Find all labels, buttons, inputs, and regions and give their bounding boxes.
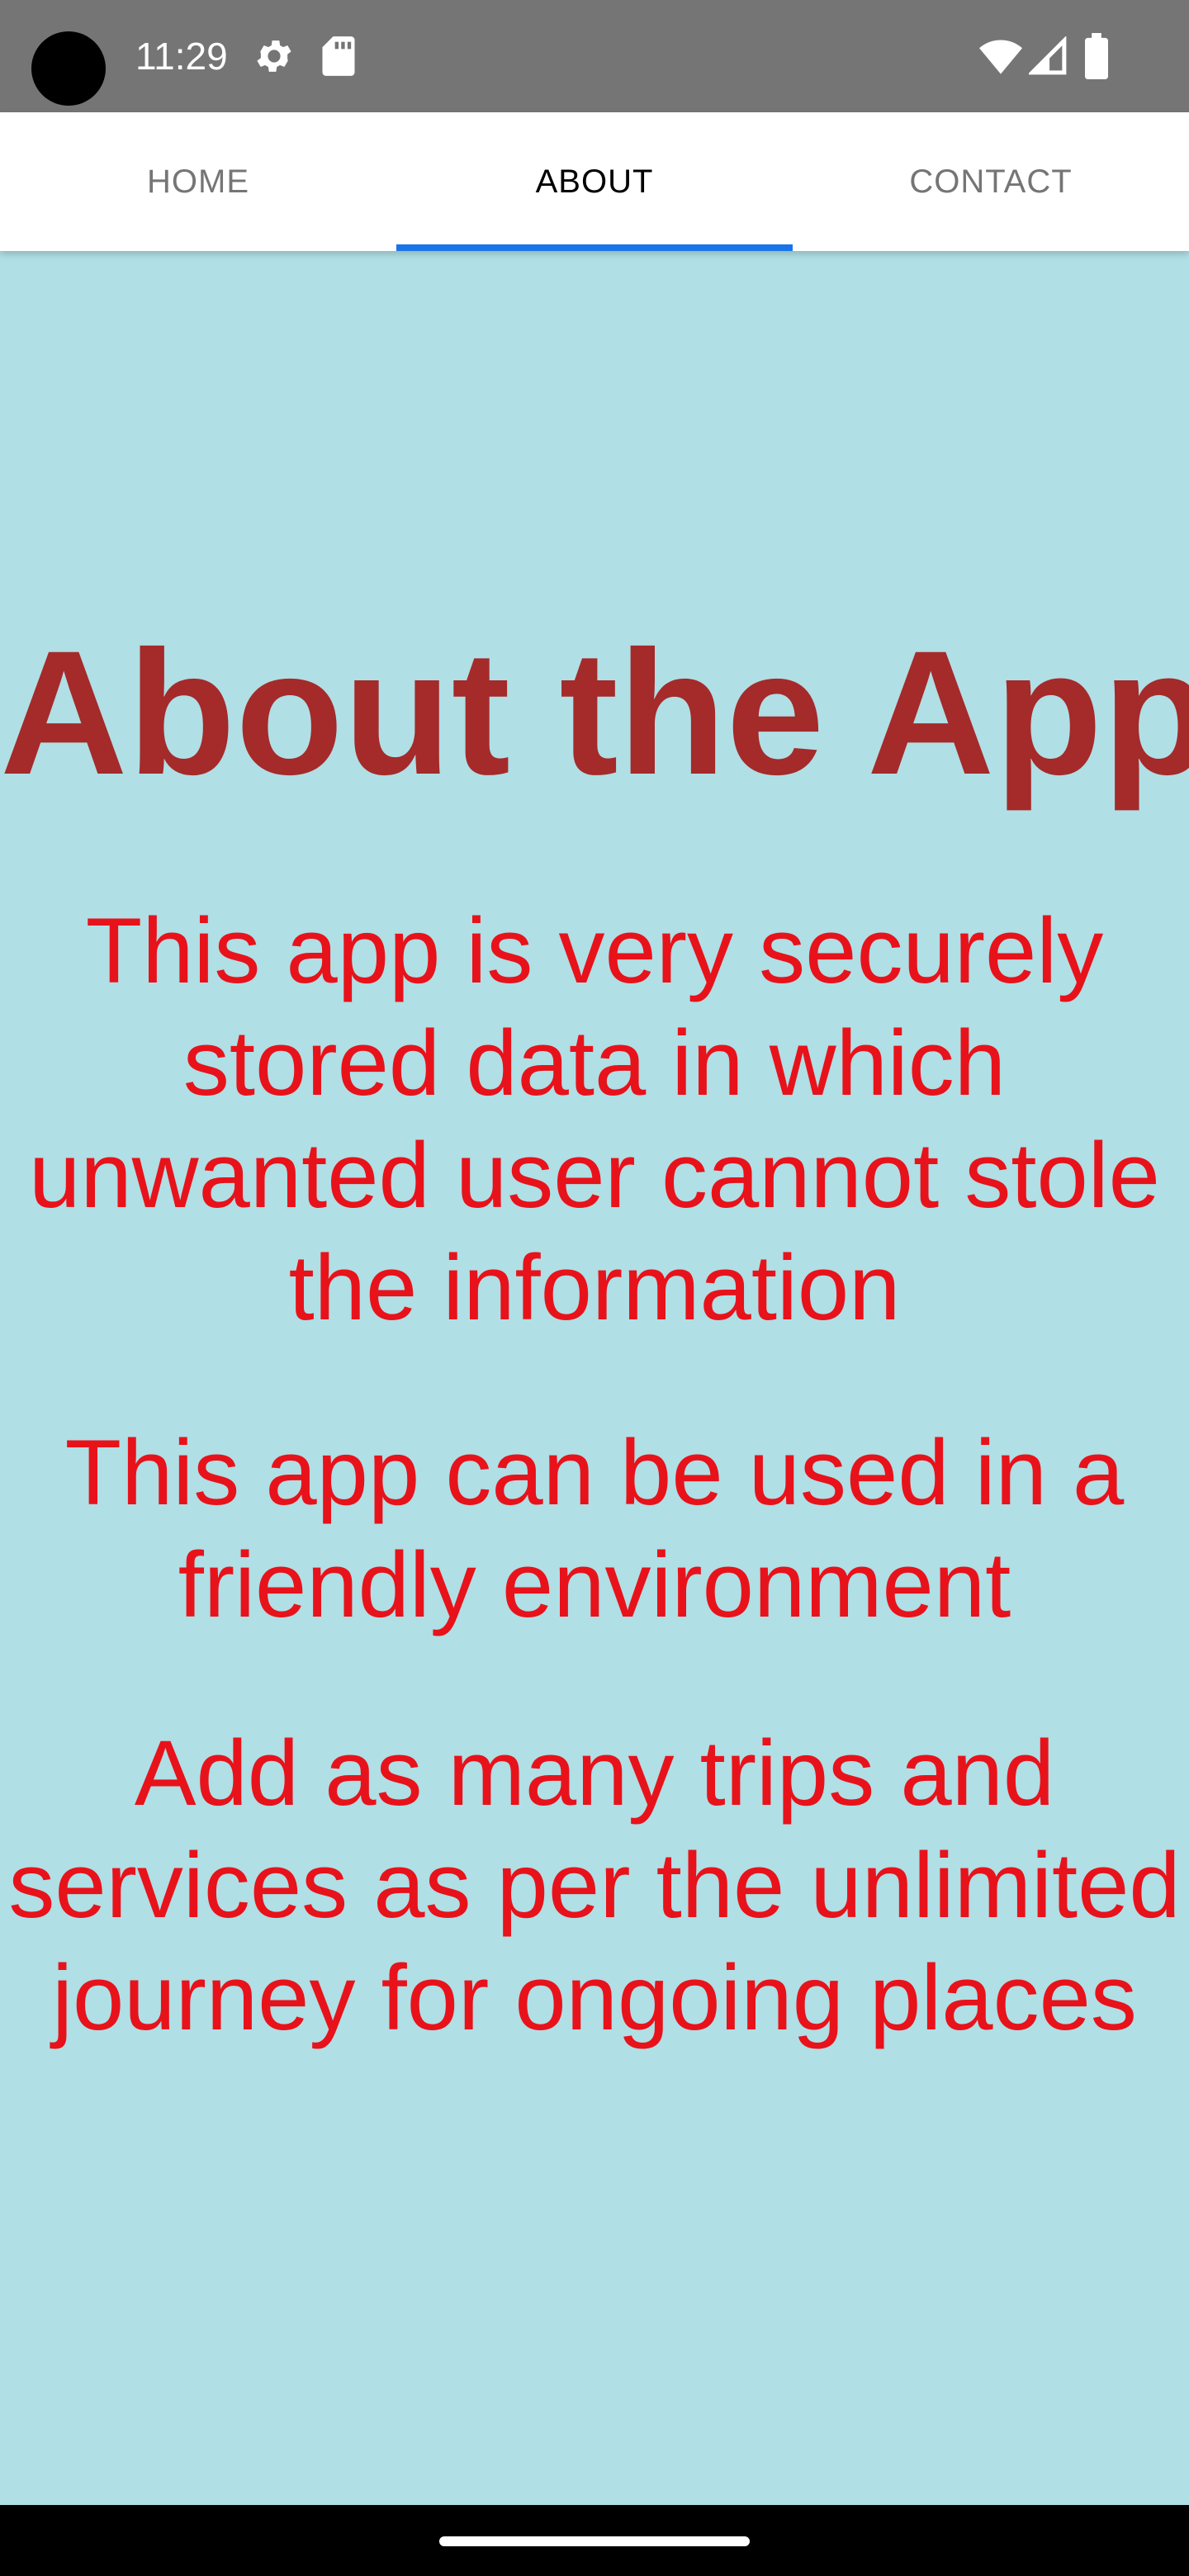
- wifi-icon: [979, 40, 1022, 74]
- gear-icon: [257, 40, 291, 72]
- about-paragraph-trips: Add as many trips and services as per th…: [8, 1721, 1181, 2049]
- tab-home[interactable]: HOME: [0, 112, 396, 251]
- tab-about[interactable]: ABOUT: [396, 112, 793, 251]
- cell-signal-icon: [1029, 36, 1067, 75]
- tab-contact[interactable]: CONTACT: [793, 112, 1189, 251]
- battery-icon: [1085, 33, 1108, 79]
- status-time: 11:29: [135, 35, 228, 78]
- status-bar: 11:29: [0, 0, 1189, 112]
- camera-cutout: [31, 31, 106, 106]
- about-paragraph-environment: This app can be used in a friendly envir…: [64, 1421, 1125, 1636]
- tab-bar: HOME ABOUT CONTACT: [0, 112, 1189, 251]
- about-paragraph-security: This app is very securely stored data in…: [29, 899, 1160, 1339]
- about-content: About the App This app is very securely …: [0, 251, 1189, 2505]
- page-title: About the App: [0, 614, 1189, 812]
- home-gesture-handle[interactable]: [439, 2536, 750, 2546]
- navigation-bar: [0, 2505, 1189, 2576]
- sd-card-icon: [322, 36, 355, 76]
